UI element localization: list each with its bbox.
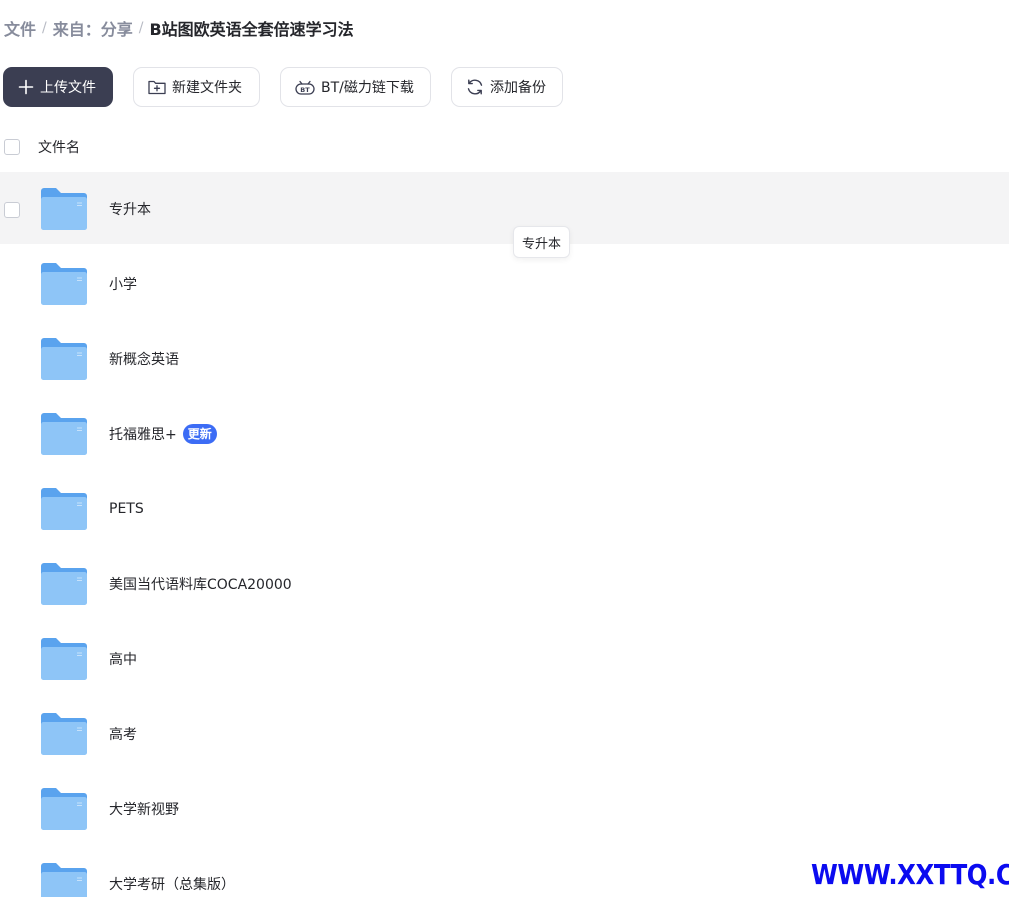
breadcrumb-source-link[interactable]: 来自：分享 [53, 16, 133, 40]
folder-icon [41, 338, 87, 380]
add-backup-label: 添加备份 [490, 80, 546, 96]
file-row[interactable]: 托福雅思+ 更新 [0, 397, 1009, 472]
file-name-text: 美国当代语料库COCA20000 [109, 577, 292, 593]
file-row[interactable]: 新概念英语 [0, 322, 1009, 397]
breadcrumb-separator: / [138, 20, 144, 36]
folder-plus-icon [148, 80, 166, 95]
file-list: 专升本 小学 新概念英语 托福雅思+ 更新 PETS 美国当代语料库COCA20… [0, 172, 1009, 897]
file-name: PETS [109, 499, 144, 519]
bt-magnet-download-label: BT/磁力链下载 [321, 80, 414, 96]
file-name-text: PETS [109, 501, 144, 517]
file-name-text: 新概念英语 [109, 352, 179, 368]
plus-icon [18, 79, 34, 95]
folder-icon [41, 488, 87, 530]
select-all-checkbox[interactable] [4, 139, 20, 155]
add-backup-button[interactable]: 添加备份 [451, 67, 563, 107]
svg-text:BT: BT [300, 86, 310, 94]
file-name-text: 大学新视野 [109, 802, 179, 818]
file-name-tooltip: 专升本 [513, 226, 571, 258]
file-name: 大学新视野 [109, 799, 179, 819]
file-name: 新概念英语 [109, 349, 179, 369]
file-name: 高中 [109, 649, 137, 669]
file-row[interactable]: 小学 [0, 247, 1009, 322]
file-name-text: 托福雅思+ [109, 427, 177, 443]
file-row[interactable]: 大学新视野 [0, 772, 1009, 847]
upload-file-button[interactable]: 上传文件 [3, 67, 113, 107]
upload-file-label: 上传文件 [40, 80, 96, 96]
folder-icon [41, 863, 87, 897]
bt-magnet-download-button[interactable]: BT BT/磁力链下载 [280, 67, 431, 107]
file-name: 美国当代语料库COCA20000 [109, 574, 292, 594]
file-name-text: 小学 [109, 277, 137, 293]
folder-icon [41, 788, 87, 830]
file-name-text: 大学考研（总集版） [109, 877, 235, 893]
update-badge: 更新 [182, 424, 217, 444]
row-checkbox[interactable] [4, 202, 20, 218]
file-row[interactable]: 高中 [0, 622, 1009, 697]
folder-icon [41, 563, 87, 605]
breadcrumb-current: B站图欧英语全套倍速学习法 [149, 20, 354, 39]
file-name: 大学考研（总集版） [109, 874, 235, 894]
bt-icon: BT [295, 80, 315, 95]
breadcrumb: 文件 / 来自：分享 / B站图欧英语全套倍速学习法 [4, 16, 354, 40]
file-name: 托福雅思+ 更新 [109, 424, 217, 444]
new-folder-button[interactable]: 新建文件夹 [133, 67, 260, 107]
file-name: 专升本 [109, 199, 151, 219]
folder-icon [41, 263, 87, 305]
file-list-header: 文件名 [0, 134, 1009, 160]
file-row[interactable]: 美国当代语料库COCA20000 [0, 547, 1009, 622]
file-name: 高考 [109, 724, 137, 744]
column-header-filename[interactable]: 文件名 [38, 137, 80, 157]
folder-icon [41, 713, 87, 755]
file-row[interactable]: PETS [0, 472, 1009, 547]
file-name-text: 高考 [109, 727, 137, 743]
toolbar: 上传文件 新建文件夹 BT BT/磁力链下载 添加备份 [3, 67, 563, 107]
folder-icon [41, 188, 87, 230]
folder-icon [41, 413, 87, 455]
file-name-text: 专升本 [109, 202, 151, 218]
file-name: 小学 [109, 274, 137, 294]
breadcrumb-separator: / [42, 20, 47, 36]
refresh-icon [467, 79, 483, 95]
new-folder-label: 新建文件夹 [172, 80, 242, 96]
breadcrumb-root-link[interactable]: 文件 [4, 16, 36, 40]
file-name-text: 高中 [109, 652, 137, 668]
file-row[interactable]: 高考 [0, 697, 1009, 772]
folder-icon [41, 638, 87, 680]
site-watermark: WWW.XXTTQ.COM [811, 858, 1009, 891]
file-row[interactable]: 专升本 [0, 172, 1009, 244]
